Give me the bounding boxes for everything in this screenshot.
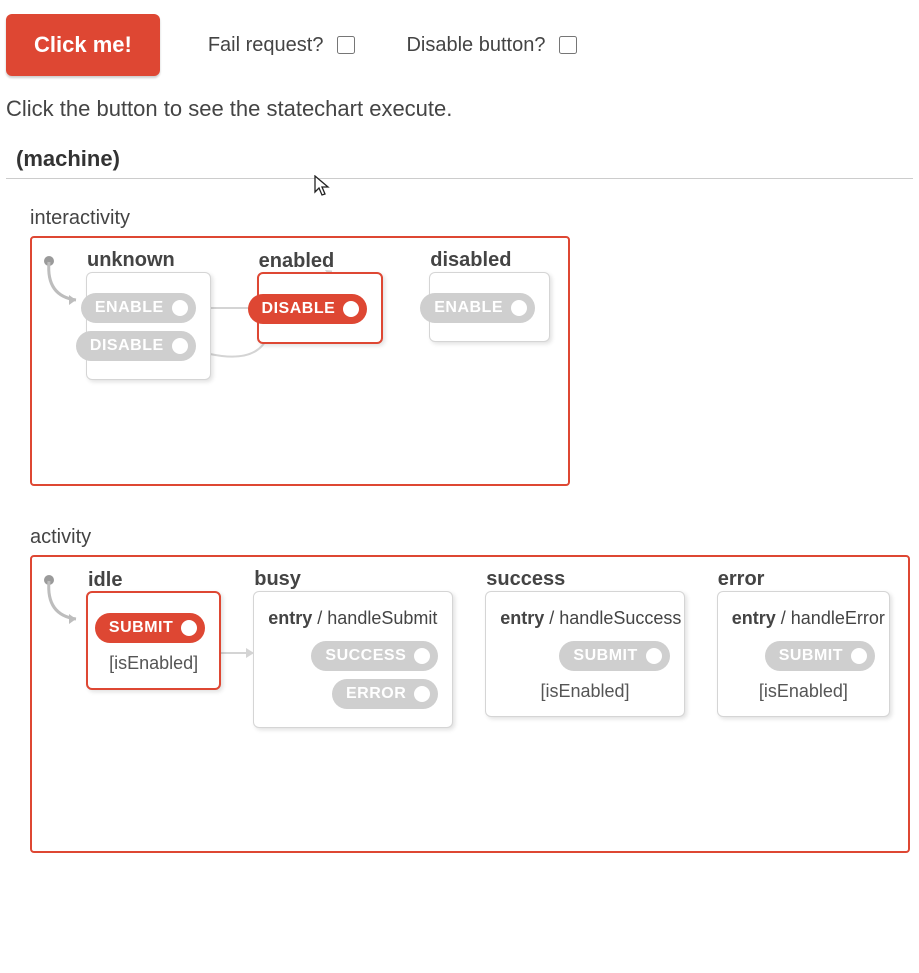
region-activity-label: activity	[30, 526, 913, 549]
guard-isenabled: [isEnabled]	[500, 681, 670, 702]
entry-action: entry / handleSuccess	[500, 608, 670, 629]
region-interactivity: unknown ENABLE DISABLE enabled DISABLE d…	[30, 236, 570, 486]
state-idle-title: idle	[88, 569, 122, 592]
state-success-title: success	[486, 568, 565, 591]
control-row: Click me! Fail request? Disable button?	[6, 8, 913, 92]
disable-button-option[interactable]: Disable button?	[406, 33, 580, 57]
fail-request-option[interactable]: Fail request?	[208, 33, 359, 57]
state-success: success entry / handleSuccess SUBMIT [is…	[485, 591, 685, 717]
state-enabled-title: enabled	[259, 250, 335, 273]
fail-request-checkbox[interactable]	[337, 36, 355, 54]
state-disabled-title: disabled	[430, 249, 511, 272]
event-enable[interactable]: ENABLE	[420, 293, 535, 323]
state-idle: idle SUBMIT [isEnabled]	[86, 591, 221, 690]
event-disable-active[interactable]: DISABLE	[248, 294, 368, 324]
entry-action: entry / handleSubmit	[268, 608, 438, 629]
state-busy: busy entry / handleSubmit SUCCESS ERROR	[253, 591, 453, 728]
guard-isenabled: [isEnabled]	[102, 653, 205, 674]
event-enable[interactable]: ENABLE	[81, 293, 196, 323]
event-submit[interactable]: SUBMIT	[765, 641, 875, 671]
state-disabled: disabled ENABLE	[429, 272, 550, 342]
disable-button-label: Disable button?	[406, 34, 545, 57]
state-busy-title: busy	[254, 568, 301, 591]
event-submit[interactable]: SUBMIT	[559, 641, 669, 671]
entry-action: entry / handleError	[732, 608, 875, 629]
instruction-text: Click the button to see the statechart e…	[6, 96, 913, 122]
state-unknown-title: unknown	[87, 249, 175, 272]
machine-title: (machine)	[16, 146, 913, 172]
region-activity: idle SUBMIT [isEnabled] busy entry / han…	[30, 555, 910, 853]
region-interactivity-wrap: interactivity unknown ENABLE DISABLE ena…	[30, 207, 913, 486]
state-error: error entry / handleError SUBMIT [isEnab…	[717, 591, 890, 717]
event-error[interactable]: ERROR	[332, 679, 438, 709]
state-error-title: error	[718, 568, 765, 591]
click-me-button[interactable]: Click me!	[6, 14, 160, 76]
fail-request-label: Fail request?	[208, 34, 324, 57]
divider	[6, 178, 913, 179]
event-disable[interactable]: DISABLE	[76, 331, 196, 361]
state-enabled: enabled DISABLE	[257, 272, 384, 344]
state-unknown: unknown ENABLE DISABLE	[86, 272, 211, 380]
disable-button-checkbox[interactable]	[559, 36, 577, 54]
region-interactivity-label: interactivity	[30, 207, 913, 230]
event-success[interactable]: SUCCESS	[311, 641, 438, 671]
region-activity-wrap: activity idle SUBMIT	[30, 526, 913, 853]
guard-isenabled: [isEnabled]	[732, 681, 875, 702]
event-submit-active[interactable]: SUBMIT	[95, 613, 205, 643]
cursor-icon	[314, 175, 332, 203]
